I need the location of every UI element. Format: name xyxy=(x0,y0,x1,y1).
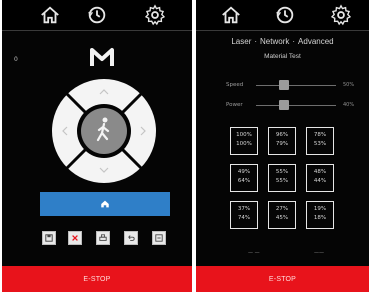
grid-cell[interactable]: 96% 79% xyxy=(268,127,296,155)
print-icon xyxy=(99,234,107,241)
print-button[interactable] xyxy=(96,231,110,245)
grid-cell[interactable]: 27% 45% xyxy=(268,201,296,229)
history-icon[interactable] xyxy=(274,4,296,26)
footer-left-text: — — xyxy=(248,250,260,256)
left-screen: 0 E-STOP xyxy=(2,0,192,292)
grid-cell[interactable]: 48% 44% xyxy=(306,164,334,192)
footer-right-text: —— xyxy=(314,250,324,256)
grid-cell[interactable]: 55% 55% xyxy=(268,164,296,192)
grid-cell[interactable]: 100% 100% xyxy=(230,127,258,155)
power-slider-thumb[interactable] xyxy=(279,100,289,110)
jog-dpad[interactable] xyxy=(51,78,157,184)
right-screen: Laser · Network · Advanced Material Test Spe… xyxy=(196,0,369,292)
settings-tabs: Laser · Network · Advanced xyxy=(231,37,334,46)
gear-icon[interactable] xyxy=(144,4,166,26)
status-value: 0 xyxy=(14,56,18,63)
nav-divider xyxy=(2,30,192,31)
undo-button[interactable] xyxy=(124,231,138,245)
tab-network[interactable]: Network xyxy=(260,37,289,46)
history-icon[interactable] xyxy=(86,4,108,26)
save-button[interactable] xyxy=(42,231,56,245)
clear-button[interactable] xyxy=(68,231,82,245)
tab-advanced[interactable]: Advanced xyxy=(298,37,334,46)
power-slider-track[interactable] xyxy=(256,105,336,106)
export-icon xyxy=(155,234,163,242)
tab-laser[interactable]: Laser xyxy=(231,37,251,46)
clear-icon xyxy=(72,235,78,241)
brand-logo xyxy=(90,48,114,66)
grid-cell[interactable]: 49% 64% xyxy=(230,164,258,192)
top-nav-bar xyxy=(2,0,192,30)
export-button[interactable] xyxy=(152,231,166,245)
home-icon[interactable] xyxy=(220,4,242,26)
grid-cell[interactable]: 19% 18% xyxy=(306,201,334,229)
home-axes-button[interactable] xyxy=(40,192,170,216)
top-nav-bar xyxy=(196,0,369,30)
power-label: Power xyxy=(226,102,243,108)
save-icon xyxy=(45,234,53,242)
estop-button[interactable]: E-STOP xyxy=(2,266,192,292)
estop-button[interactable]: E-STOP xyxy=(196,266,369,292)
page-title: Material Test xyxy=(264,53,301,60)
nav-divider xyxy=(196,30,369,31)
home-icon[interactable] xyxy=(39,4,61,26)
power-value: 40% xyxy=(343,102,355,108)
speed-label: Speed xyxy=(226,82,244,88)
speed-slider-track[interactable] xyxy=(256,85,336,86)
gear-icon[interactable] xyxy=(330,4,352,26)
undo-icon xyxy=(128,235,135,241)
speed-value: 50% xyxy=(343,82,355,88)
speed-slider-thumb[interactable] xyxy=(279,80,289,90)
home-icon xyxy=(101,200,109,208)
grid-cell[interactable]: 78% 53% xyxy=(306,127,334,155)
grid-cell[interactable]: 37% 74% xyxy=(230,201,258,229)
